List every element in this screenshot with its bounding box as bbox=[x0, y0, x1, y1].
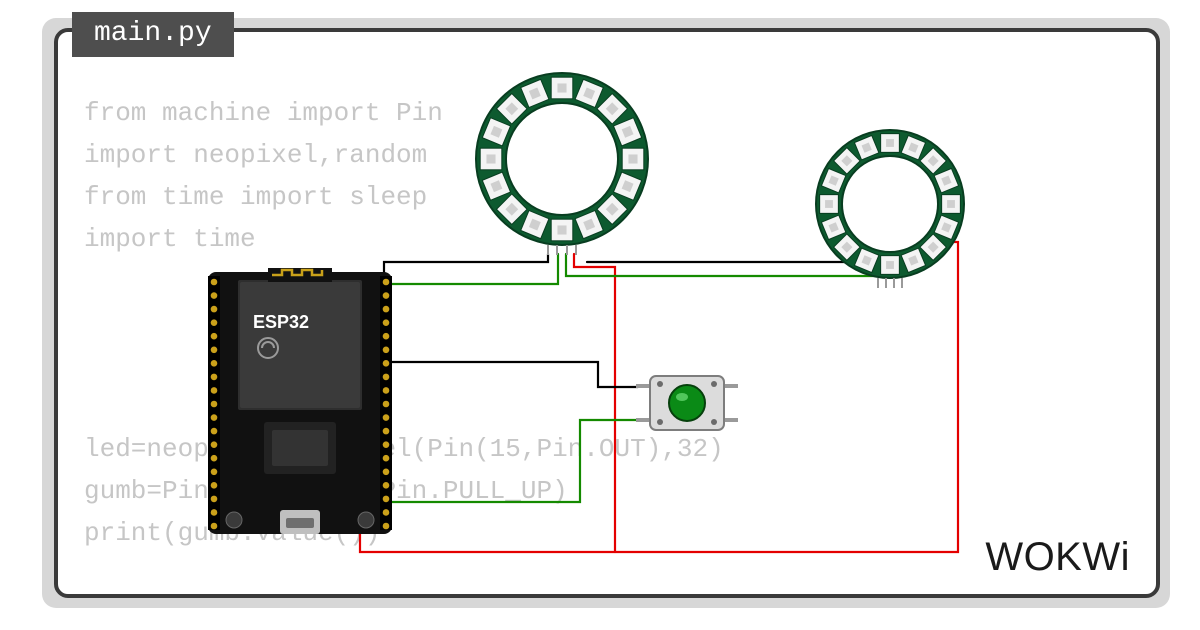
pushbutton-cap[interactable] bbox=[669, 385, 705, 421]
wire-d15-ring1 bbox=[390, 254, 558, 284]
wire-d25-button bbox=[390, 362, 638, 387]
wire-gnd-to-ring2 bbox=[587, 254, 874, 262]
schematic-canvas: left-pins bbox=[58, 32, 1156, 594]
pushbutton[interactable] bbox=[636, 376, 738, 430]
esp32-label: ESP32 bbox=[253, 312, 309, 332]
neopixel-ring-right[interactable] bbox=[816, 130, 964, 288]
pushbutton-highlight bbox=[676, 393, 688, 401]
esp32-button-en[interactable] bbox=[226, 512, 242, 528]
esp32-soc-inner bbox=[272, 430, 328, 466]
esp32-board[interactable]: left-pins bbox=[208, 268, 392, 534]
project-card: from machine import Pin import neopixel,… bbox=[54, 28, 1160, 598]
esp32-usb-slot bbox=[286, 518, 314, 528]
ring-left-leads bbox=[548, 245, 576, 255]
ring-right-leads bbox=[878, 278, 902, 288]
wokwi-brand: WOKWi bbox=[985, 535, 1130, 580]
file-tab[interactable]: main.py bbox=[72, 12, 234, 57]
neopixel-ring-left[interactable] bbox=[476, 73, 648, 255]
wire-gnd-button bbox=[360, 420, 638, 502]
wire-ring1-vcc bbox=[574, 254, 615, 552]
wire-gnd-to-ring1 bbox=[384, 254, 548, 275]
esp32-button-boot[interactable] bbox=[358, 512, 374, 528]
